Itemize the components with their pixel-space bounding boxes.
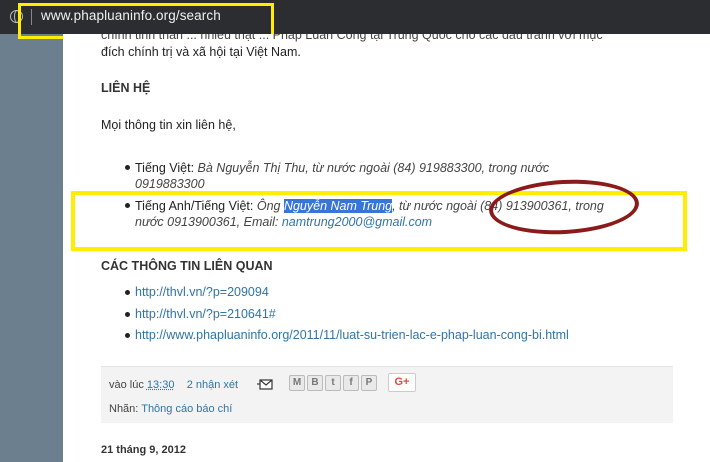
browser-address-bar[interactable]: www.phapluaninfo.org/search — [0, 0, 710, 34]
post-text-line: chính tinh thần ... nhiều thật ... Pháp … — [101, 34, 603, 42]
share-blogger-icon[interactable]: B — [307, 375, 323, 391]
bullet-icon — [125, 290, 130, 295]
url-text[interactable]: www.phapluaninfo.org/search — [41, 8, 221, 23]
contact-item-label: Tiếng Việt: — [135, 161, 198, 175]
email-link[interactable]: namtrung2000@gmail.com — [282, 215, 432, 229]
labels-prefix: Nhãn: — [109, 403, 142, 415]
bullet-icon — [125, 165, 130, 170]
contact-item-value: Bà Nguyễn Thị Thu, từ nước ngoài (84) 91… — [135, 161, 550, 191]
contact-item-label: Tiếng Anh/Tiếng Việt: — [135, 199, 257, 213]
related-heading: CÁC THÔNG TIN LIÊN QUAN — [101, 259, 273, 273]
contact-heading: LIÊN HỆ — [101, 81, 151, 95]
posted-at-label: vào lúc — [109, 379, 147, 391]
comments-link[interactable]: 2 nhận xét — [187, 379, 238, 391]
bullet-icon — [125, 203, 130, 208]
share-email-icon[interactable]: M — [289, 375, 305, 391]
related-link[interactable]: http://www.phapluaninfo.org/2011/11/luat… — [135, 328, 569, 342]
share-facebook-icon[interactable]: f — [343, 375, 359, 391]
share-pinterest-icon[interactable]: P — [361, 375, 377, 391]
post-labels: Nhãn: Thông cáo báo chí — [109, 403, 232, 415]
contact-intro: Mọi thông tin xin liên hệ, — [101, 118, 236, 132]
bullet-icon — [125, 312, 130, 317]
contact-item-vietnamese: Tiếng Việt: Bà Nguyễn Thị Thu, từ nước n… — [135, 160, 595, 192]
post-time-link[interactable]: 13:30 — [147, 379, 175, 391]
next-post-date: 21 tháng 9, 2012 — [101, 444, 186, 456]
post-footer: vào lúc 13:30 2 nhận xét M B t f P G+ Nh… — [101, 366, 673, 423]
bullet-icon — [125, 333, 130, 338]
label-link[interactable]: Thông cáo báo chí — [141, 403, 232, 415]
contact-item-english: Tiếng Anh/Tiếng Việt: Ông Nguyễn Nam Tru… — [135, 198, 635, 230]
post-text-line: đích chính trị và xã hội tại Việt Nam. — [101, 45, 301, 59]
email-post-icon[interactable] — [257, 379, 273, 390]
globe-icon — [10, 10, 23, 23]
related-link[interactable]: http://thvl.vn/?p=209094 — [135, 285, 269, 299]
contact-item-prefix: Ông — [256, 199, 284, 213]
google-plus-button[interactable]: G+ — [388, 373, 416, 392]
address-bar-separator — [31, 9, 32, 25]
selected-name[interactable]: Nguyễn Nam Trung — [283, 199, 393, 213]
share-twitter-icon[interactable]: t — [325, 375, 341, 391]
related-link[interactable]: http://thvl.vn/?p=210641# — [135, 307, 276, 321]
post-meta: vào lúc 13:30 2 nhận xét — [109, 379, 238, 391]
blog-post-content: chính tinh thần ... nhiều thật ... Pháp … — [63, 34, 710, 462]
